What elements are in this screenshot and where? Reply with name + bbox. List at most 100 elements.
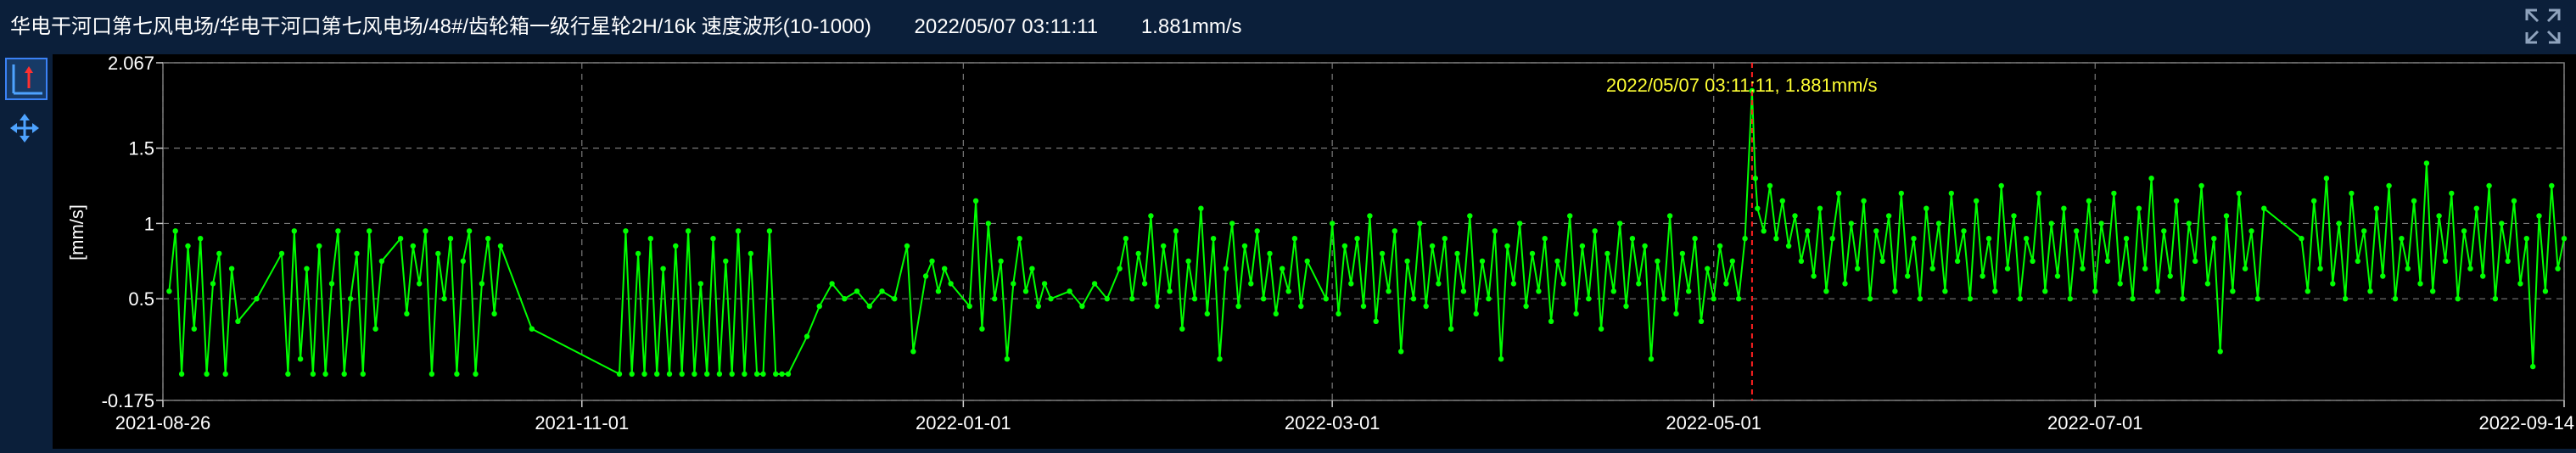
data-point <box>1117 266 1123 271</box>
data-point <box>2555 266 2561 271</box>
data-point <box>1104 296 1111 302</box>
data-point <box>2248 228 2254 234</box>
data-point <box>2080 266 2086 271</box>
data-point <box>1935 221 1942 226</box>
data-point <box>804 333 810 339</box>
x-tick-label: 2022-05-01 <box>1666 412 1761 433</box>
data-point <box>1705 266 1711 271</box>
data-point <box>1961 228 1967 234</box>
data-point <box>1604 250 1610 257</box>
data-point <box>904 243 910 249</box>
x-tick-label: 2021-11-01 <box>535 412 629 433</box>
data-point <box>2399 236 2405 242</box>
data-point <box>1752 176 1758 182</box>
data-point <box>185 243 191 249</box>
data-point <box>1191 296 1198 302</box>
data-point <box>2342 296 2349 302</box>
data-point <box>979 326 985 332</box>
data-point <box>1248 281 1254 287</box>
data-point <box>1217 356 1223 362</box>
data-point <box>1929 266 1935 271</box>
chart-panel[interactable]: 2.067 1.5 1 0.5 -0.175 2021-08-26 2021-11-01 20… <box>53 53 2576 449</box>
data-point <box>2223 213 2230 219</box>
data-point <box>1523 303 1529 310</box>
data-point <box>1592 228 1598 234</box>
data-point <box>1773 236 1779 242</box>
data-point <box>1323 296 1330 302</box>
data-point <box>735 228 742 234</box>
data-point <box>1529 250 1536 257</box>
data-point <box>2030 258 2036 264</box>
data-point <box>623 228 629 234</box>
fullscreen-button[interactable] <box>2523 7 2562 46</box>
data-point <box>766 228 773 234</box>
data-point <box>2373 205 2380 211</box>
data-point <box>1198 205 1204 211</box>
data-point <box>1642 243 1648 249</box>
series-line <box>168 90 2565 376</box>
data-point <box>2330 281 2336 287</box>
data-point <box>729 371 735 378</box>
waveform-trend-chart[interactable]: 2.067 1.5 1 0.5 -0.1752021-08-26 2021-11-01 20… <box>53 53 2576 449</box>
data-point <box>929 258 935 264</box>
data-point <box>1223 266 1229 271</box>
data-point <box>1660 296 1667 302</box>
data-point <box>1911 236 1917 242</box>
data-point <box>647 236 653 242</box>
data-point <box>1336 310 1341 317</box>
data-point <box>360 371 366 378</box>
data-point <box>1666 213 1673 219</box>
data-point <box>285 371 291 378</box>
data-point <box>1079 303 1085 310</box>
data-point <box>278 250 285 257</box>
data-point <box>1241 243 1248 249</box>
data-point <box>2048 221 2054 226</box>
data-point <box>723 258 729 264</box>
data-point <box>1586 296 1592 302</box>
data-point <box>198 236 204 242</box>
data-point <box>1998 182 2004 189</box>
data-point <box>1011 281 1016 287</box>
data-point <box>1536 288 1542 294</box>
data-point <box>1229 221 1235 226</box>
data-point <box>1842 281 1848 287</box>
data-point <box>829 281 835 287</box>
data-point <box>635 250 641 257</box>
data-point <box>1341 243 1348 249</box>
data-point <box>892 296 898 302</box>
data-point <box>2392 296 2399 302</box>
data-point <box>1360 303 1367 310</box>
data-point <box>2074 228 2080 234</box>
data-point <box>748 250 753 257</box>
data-point <box>1154 303 1161 310</box>
data-point <box>1260 296 1267 302</box>
data-point <box>1179 326 1185 332</box>
data-point <box>291 228 297 234</box>
data-point <box>2211 236 2217 242</box>
data-point <box>2380 273 2386 279</box>
data-point <box>1798 258 1805 264</box>
data-point <box>1123 236 1129 242</box>
data-point <box>1598 326 1604 332</box>
data-point <box>879 288 885 294</box>
data-point <box>692 371 697 378</box>
data-point <box>2230 288 2236 294</box>
data-point <box>347 296 354 302</box>
data-point <box>1091 281 1098 287</box>
data-point <box>2004 266 2011 271</box>
data-point <box>1436 281 1442 287</box>
cursor-annotation: 2022/05/07 03:11:11, 1.881mm/s <box>1606 75 1878 96</box>
cursor-tool-button[interactable] <box>5 58 48 100</box>
cursor-value: 1.881mm/s <box>1140 15 1242 38</box>
data-point <box>1291 236 1298 242</box>
data-point <box>1467 213 1473 219</box>
data-point <box>1254 228 1260 234</box>
x-tick-label: 2022-03-01 <box>1285 412 1380 433</box>
pan-tool-button[interactable] <box>5 109 48 151</box>
data-point <box>1330 221 1336 226</box>
data-point <box>1354 236 1360 242</box>
data-point <box>942 266 948 271</box>
data-point <box>166 288 172 294</box>
data-point <box>710 236 716 242</box>
data-point <box>785 371 792 378</box>
